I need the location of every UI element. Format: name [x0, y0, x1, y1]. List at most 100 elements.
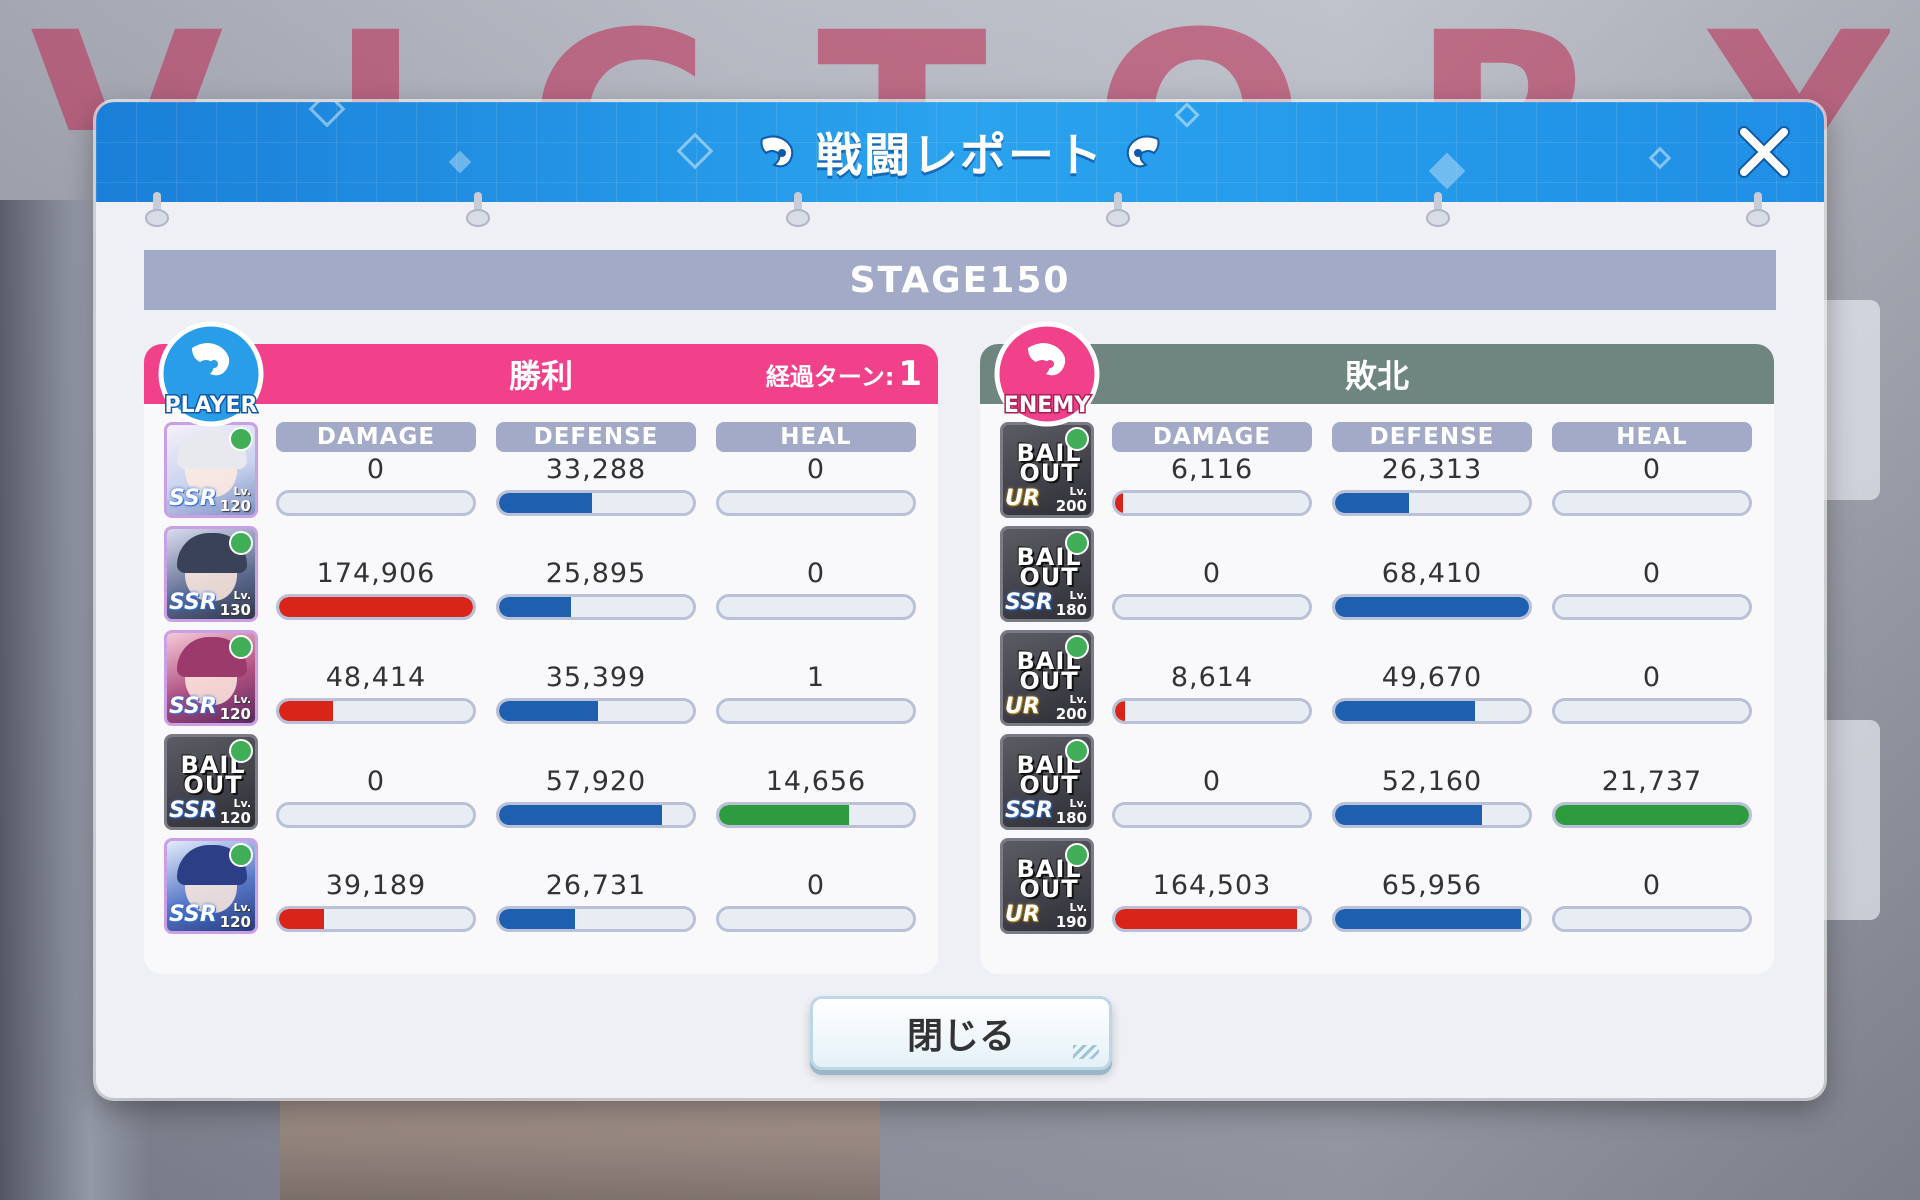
defense-column-header: DEFENSE [496, 422, 696, 452]
close-button[interactable]: 閉じる [810, 996, 1112, 1070]
damage-bar [276, 906, 476, 932]
elapsed-turns: 経過ターン: 1 [766, 344, 922, 404]
bail-out-portrait[interactable]: BAIL OUT UR Lv. 190 [1000, 838, 1094, 934]
defense-value: 26,731 [545, 870, 647, 901]
defense-bar [496, 906, 696, 932]
pin-icon [466, 192, 490, 227]
rarity-badge: SSR [169, 798, 217, 823]
character-portrait[interactable]: SSR Lv. 130 [164, 526, 258, 622]
damage-bar [276, 594, 476, 620]
heal-bar [716, 906, 916, 932]
defense-value: 26,313 [1381, 454, 1483, 485]
defense-stat: 68,410 [1332, 526, 1532, 624]
heal-value: 0 [1642, 870, 1662, 901]
pin-icon [1746, 192, 1770, 227]
defense-value: 49,670 [1381, 662, 1483, 693]
close-icon[interactable] [1734, 122, 1794, 182]
level-value: 190 [1055, 913, 1087, 931]
damage-stat: 0 [1112, 526, 1312, 624]
heal-value: 0 [1642, 454, 1662, 485]
damage-bar [276, 490, 476, 516]
damage-stat: 39,189 [276, 838, 476, 936]
damage-bar [1112, 698, 1312, 724]
player-stat-row: SSR Lv. 120 48,414 35,399 1 [164, 630, 924, 728]
level-value: 200 [1055, 497, 1087, 515]
damage-bar-fill [1115, 909, 1298, 929]
heal-value: 1 [806, 662, 826, 693]
damage-value: 174,906 [316, 558, 436, 589]
heal-bar-fill [719, 805, 849, 825]
damage-bar-fill [279, 701, 334, 721]
heal-value: 0 [806, 870, 826, 901]
level-label: Lv. 180 [1056, 797, 1087, 826]
character-portrait[interactable]: SSR Lv. 120 [164, 422, 258, 518]
enemy-panel: 敗北 BAIL OUT UR Lv. 200 DAMAGE 6,116 DEFENSE 26,… [980, 321, 1774, 974]
bail-out-portrait[interactable]: BAIL OUT UR Lv. 200 [1000, 630, 1094, 726]
defense-stat: DEFENSE 33,288 [496, 422, 696, 520]
element-icon [1065, 635, 1089, 659]
defense-stat: 57,920 [496, 734, 696, 832]
level-value: 120 [219, 913, 251, 931]
defense-value: 65,956 [1381, 870, 1483, 901]
rarity-badge: UR [1005, 486, 1040, 511]
heal-bar [1552, 490, 1752, 516]
heal-stat: 14,656 [716, 734, 916, 832]
damage-bar [1112, 802, 1312, 828]
bail-out-portrait[interactable]: BAIL OUT SSR Lv. 180 [1000, 526, 1094, 622]
defense-bar [1332, 698, 1532, 724]
bail-out-portrait[interactable]: BAIL OUT SSR Lv. 180 [1000, 734, 1094, 830]
heal-bar [1552, 698, 1752, 724]
close-button-label: 閉じる [906, 1016, 1015, 1057]
element-icon [229, 635, 253, 659]
defense-value: 25,895 [545, 558, 647, 589]
damage-value: 164,503 [1152, 870, 1272, 901]
heal-stat: 0 [1552, 630, 1752, 728]
damage-value: 39,189 [325, 870, 427, 901]
enemy-panel-body: BAIL OUT UR Lv. 200 DAMAGE 6,116 DEFENSE 26,313… [980, 404, 1774, 974]
defense-value: 52,160 [1381, 766, 1483, 797]
heal-bar [716, 802, 916, 828]
damage-stat: 164,503 [1112, 838, 1312, 936]
heal-value: 0 [806, 454, 826, 485]
damage-column-header: DAMAGE [276, 422, 476, 452]
level-value: 120 [219, 705, 251, 723]
damage-stat: 48,414 [276, 630, 476, 728]
player-stat-row: SSR Lv. 130 174,906 25,895 0 [164, 526, 924, 624]
bail-out-portrait[interactable]: BAIL OUT UR Lv. 200 [1000, 422, 1094, 518]
modal-title: 戦闘レポート [96, 120, 1824, 184]
enemy-badge-icon: ENEMY [994, 321, 1100, 427]
level-label: Lv. 190 [1055, 901, 1087, 931]
heal-stat: 0 [716, 838, 916, 936]
rarity-badge: SSR [1005, 590, 1053, 615]
damage-value: 0 [1202, 766, 1222, 797]
heal-column-header: HEAL [716, 422, 916, 452]
defense-bar-fill [1335, 909, 1522, 929]
defense-bar [496, 594, 696, 620]
damage-stat: 0 [1112, 734, 1312, 832]
defense-stat: 65,956 [1332, 838, 1532, 936]
player-badge-text: PLAYER [165, 393, 258, 418]
damage-value: 8,614 [1170, 662, 1254, 693]
rarity-badge: SSR [169, 486, 217, 511]
heal-stat: HEAL 0 [716, 422, 916, 520]
level-value: 130 [219, 601, 251, 619]
defense-bar-fill [1335, 597, 1529, 617]
pin-icon [786, 192, 810, 227]
character-portrait[interactable]: SSR Lv. 120 [164, 630, 258, 726]
defense-stat: 52,160 [1332, 734, 1532, 832]
button-stripes [1073, 1045, 1099, 1059]
damage-value: 0 [1202, 558, 1222, 589]
binder-pins [96, 192, 1824, 232]
level-label: Lv. 180 [1056, 589, 1087, 618]
defense-stat: 35,399 [496, 630, 696, 728]
bail-out-portrait[interactable]: BAIL OUT SSR Lv. 120 [164, 734, 258, 830]
damage-value: 0 [366, 454, 386, 485]
damage-column-header: DAMAGE [1112, 422, 1312, 452]
rarity-badge: SSR [169, 590, 217, 615]
character-portrait[interactable]: SSR Lv. 120 [164, 838, 258, 934]
defense-value: 57,920 [545, 766, 647, 797]
defense-column-header: DEFENSE [1332, 422, 1532, 452]
damage-value: 48,414 [325, 662, 427, 693]
player-badge-icon: PLAYER [158, 321, 264, 427]
damage-bar [1112, 594, 1312, 620]
